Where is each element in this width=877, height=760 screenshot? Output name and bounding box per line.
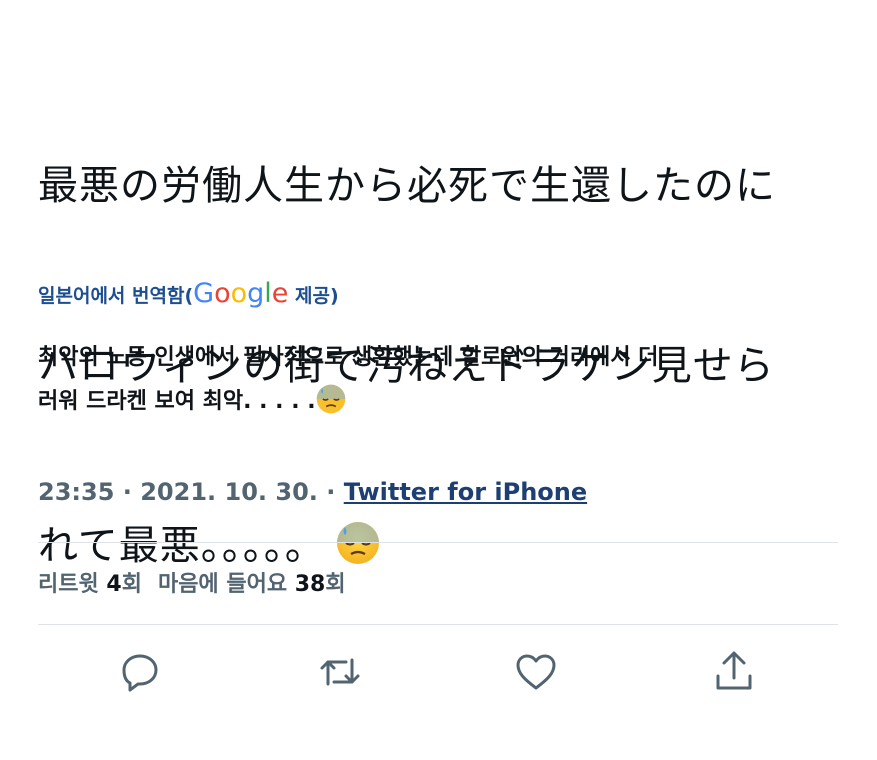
- like-button[interactable]: [512, 648, 562, 698]
- downcast-face-with-sweat-icon: [336, 522, 379, 564]
- downcast-face-with-sweat-icon: [316, 384, 345, 414]
- likes-count: 38: [294, 572, 326, 597]
- translated-line-text: 러워 드라켄 보여 최악. . . . .: [38, 389, 316, 414]
- share-icon: [716, 651, 752, 690]
- tweet-actions: [0, 648, 877, 698]
- translate-label-prefix: 일본어에서 번역함(: [38, 285, 194, 307]
- tweet-meta: 23:35 · 2021. 10. 30. · Twitter for iPho…: [38, 478, 587, 506]
- google-letter: e: [271, 278, 289, 309]
- retweet-button[interactable]: [316, 648, 366, 698]
- google-letter: g: [247, 278, 265, 309]
- google-letter: G: [193, 278, 215, 309]
- google-letter: l: [264, 278, 272, 309]
- timestamp: 23:35 · 2021. 10. 30. ·: [38, 478, 344, 506]
- translated-line: 러워 드라켄 보여 최악. . . . .: [38, 380, 838, 424]
- google-letter: o: [230, 278, 248, 309]
- retweet-icon: [320, 658, 360, 686]
- likes-unit: 회: [325, 572, 346, 597]
- retweets-label: 리트윗: [38, 572, 107, 597]
- source-link[interactable]: Twitter for iPhone: [344, 478, 587, 506]
- divider: [38, 542, 838, 543]
- likes-label: 마음에 들어요: [157, 572, 295, 597]
- retweets-count: 4: [106, 572, 122, 597]
- like-icon: [516, 654, 556, 690]
- divider: [38, 624, 838, 625]
- reply-icon: [122, 654, 158, 692]
- likes-stat[interactable]: 마음에 들어요 38회: [158, 572, 346, 597]
- tweet-line-text: れて最悪。。。。。: [38, 523, 326, 569]
- google-logo: Google: [193, 278, 288, 309]
- google-letter: o: [214, 278, 231, 309]
- retweets-unit: 회: [121, 572, 142, 597]
- translated-by-google-label[interactable]: 일본어에서 번역함(Google 제공): [38, 278, 339, 309]
- tweet-stats: 리트윗 4회 마음에 들어요 38회: [38, 566, 346, 598]
- translated-line: 최악의 노동 인생에서 필사적으로 생환했는데 할로윈의 거리에서 더: [38, 345, 659, 370]
- translate-label-suffix: 제공): [288, 285, 339, 307]
- reply-button[interactable]: [116, 648, 166, 698]
- retweets-stat[interactable]: 리트윗 4회: [38, 572, 142, 597]
- share-button[interactable]: [710, 648, 760, 698]
- translated-text: 최악의 노동 인생에서 필사적으로 생환했는데 할로윈의 거리에서 더 러워 드…: [38, 336, 838, 424]
- tweet-line: 最悪の労働人生から必死で生還したのに: [38, 163, 776, 209]
